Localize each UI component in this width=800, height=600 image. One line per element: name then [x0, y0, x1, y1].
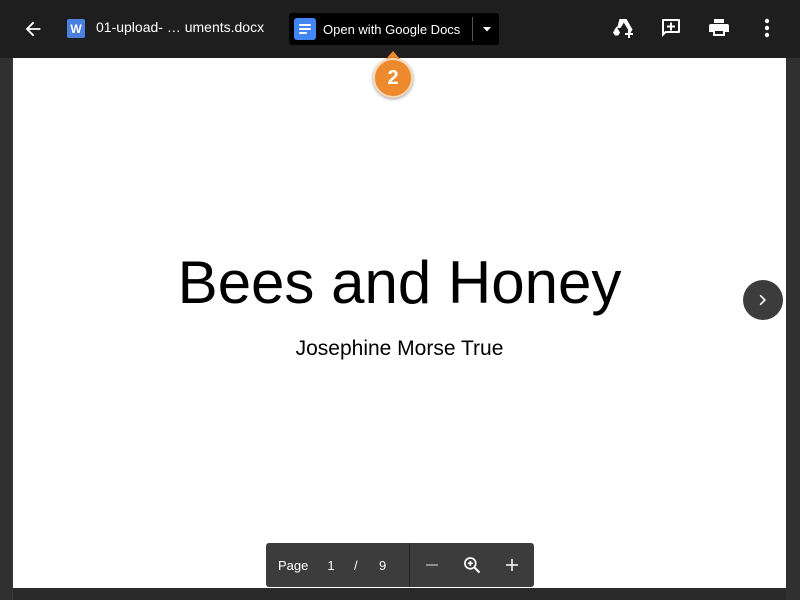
file-name: 01-upload- … uments.docx — [96, 19, 265, 35]
background-drive-left — [0, 58, 12, 600]
back-button[interactable] — [18, 14, 48, 44]
page-navigator: Page 1 / 9 — [266, 543, 534, 587]
step-number: 2 — [387, 66, 399, 89]
print-button[interactable] — [706, 15, 732, 41]
add-to-drive-icon — [613, 19, 633, 38]
document-page: Bees and Honey Josephine Morse True — [13, 58, 786, 588]
open-with-dropdown-button[interactable] — [475, 13, 499, 45]
add-comment-button[interactable] — [658, 15, 684, 41]
zoom-reset-button[interactable] — [460, 553, 484, 577]
google-docs-icon — [294, 18, 316, 40]
more-options-button[interactable] — [754, 15, 780, 41]
page-separator: / — [354, 558, 358, 573]
document-title: Bees and Honey — [177, 249, 622, 316]
page-scroll-edge — [13, 588, 786, 600]
add-to-drive-button[interactable] — [610, 15, 636, 41]
current-page-input[interactable]: 1 — [326, 558, 336, 573]
open-with-label: Open with Google Docs — [323, 21, 461, 37]
total-pages: 9 — [379, 558, 387, 573]
word-file-icon: W — [67, 19, 85, 38]
file-preview-viewer: W 01-upload- … uments.docx Open with Goo… — [0, 0, 800, 600]
step-badge: 2 — [373, 58, 413, 98]
zoom-icon — [464, 557, 481, 574]
back-arrow-icon — [25, 21, 41, 37]
zoom-in-button[interactable] — [500, 553, 524, 577]
print-icon — [709, 19, 729, 36]
dropdown-caret-icon — [483, 27, 491, 32]
document-author: Josephine Morse True — [295, 337, 504, 360]
viewer-toolbar: W 01-upload- … uments.docx Open with Goo… — [0, 0, 800, 58]
more-vert-icon — [764, 18, 770, 38]
open-with-divider — [472, 17, 473, 41]
add-comment-icon — [662, 19, 680, 37]
chevron-right-icon — [759, 294, 766, 306]
background-drive-right — [786, 58, 800, 600]
next-file-button[interactable] — [743, 280, 783, 320]
pager-divider — [409, 543, 410, 587]
minus-icon — [426, 564, 438, 566]
zoom-out-button[interactable] — [420, 553, 444, 577]
open-with-google-docs-button[interactable]: Open with Google Docs — [289, 13, 499, 45]
plus-icon — [506, 559, 518, 571]
page-label: Page — [278, 558, 309, 573]
